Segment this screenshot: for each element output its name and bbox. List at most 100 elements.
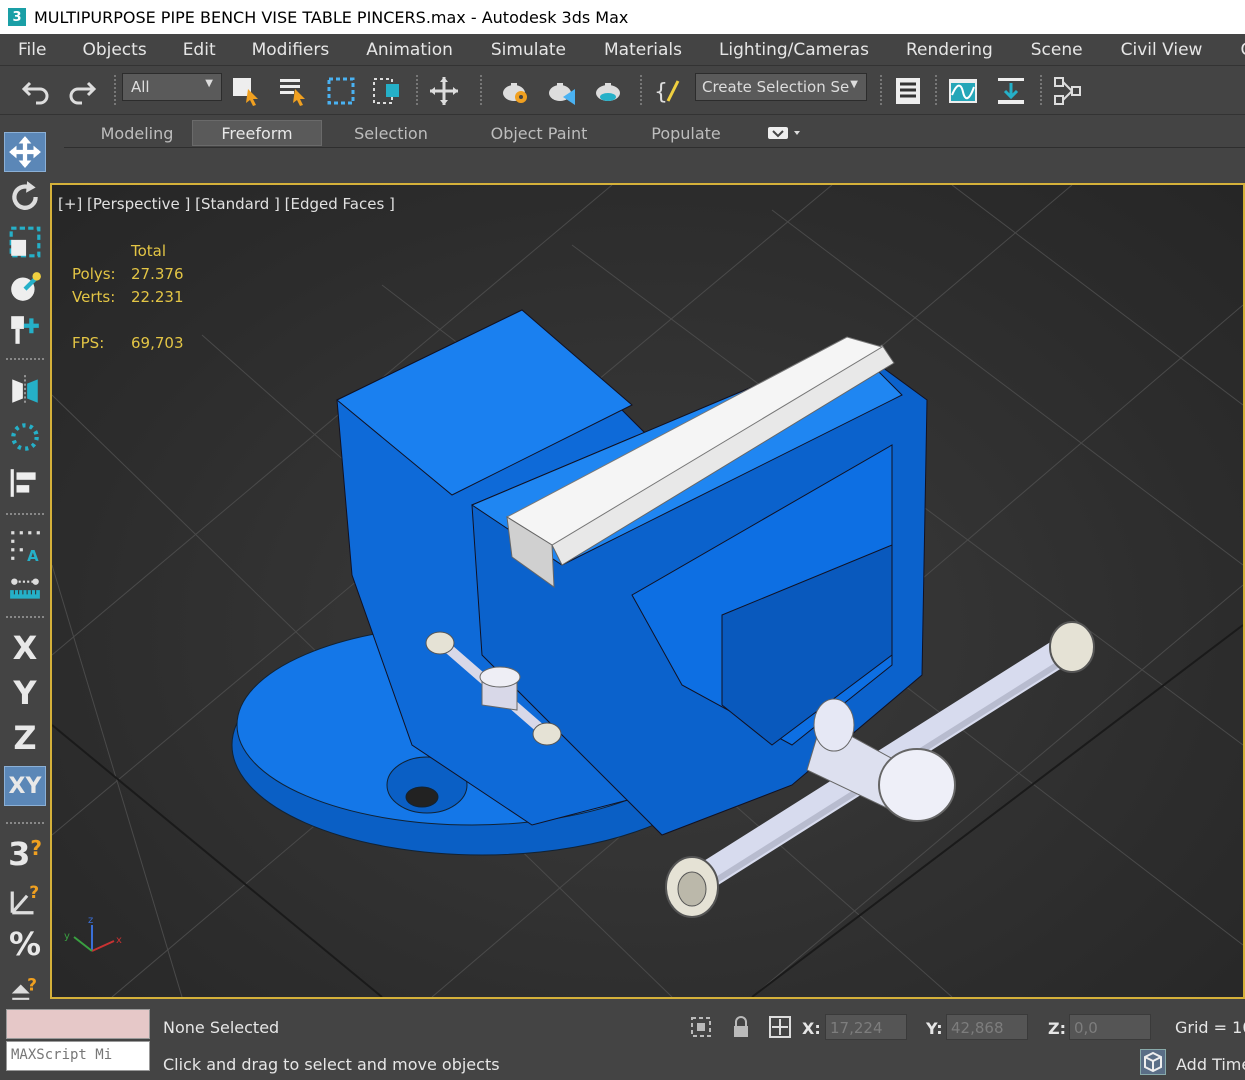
verts-label: Verts: <box>72 288 116 306</box>
menu-materials[interactable]: Materials <box>566 40 682 60</box>
menu-rendering[interactable]: Rendering <box>869 40 993 60</box>
ribbon-options-button[interactable] <box>762 120 806 146</box>
question-icon: ? <box>30 836 42 860</box>
angle-snap-toggle[interactable]: ? <box>4 880 46 920</box>
snaps-toggle-tool[interactable]: A <box>4 525 46 565</box>
redo-icon <box>69 81 97 105</box>
tab-object-paint[interactable]: Object Paint <box>474 120 604 146</box>
mirror-tool[interactable] <box>4 370 46 410</box>
scene-explorer-button[interactable] <box>890 73 926 109</box>
y-coordinate-field[interactable]: 42,868 <box>946 1014 1028 1040</box>
z-coordinate-field[interactable]: 0,0 <box>1069 1014 1151 1040</box>
panel-separator <box>6 513 44 515</box>
select-object-icon <box>233 78 258 106</box>
snap-3d-toggle[interactable]: 3? <box>4 834 46 874</box>
select-and-move-button[interactable] <box>426 73 462 109</box>
teapot-frame-icon <box>549 83 575 105</box>
select-and-scale-tool[interactable] <box>4 222 46 262</box>
tab-selection[interactable]: Selection <box>338 120 444 146</box>
menu-edit[interactable]: Edit <box>147 40 216 60</box>
rectangular-selection-button[interactable] <box>323 73 359 109</box>
constrain-y-button[interactable]: Y <box>4 673 46 713</box>
axis-y-label: Y <box>13 674 37 712</box>
select-by-name-icon <box>280 79 305 106</box>
place-tool[interactable] <box>4 267 46 307</box>
select-object-button[interactable] <box>228 73 264 109</box>
svg-text:z: z <box>88 915 93 926</box>
chevron-down-icon: ▼ <box>850 79 858 90</box>
maxscript-output[interactable] <box>6 1009 150 1039</box>
absolute-mode-toggle[interactable] <box>767 1014 793 1040</box>
constrain-z-button[interactable]: Z <box>4 718 46 758</box>
spinner-snap-toggle[interactable]: ? <box>4 966 46 1006</box>
curve-editor-button[interactable] <box>945 73 981 109</box>
panel-separator <box>6 616 44 618</box>
toolbar-separator <box>880 75 882 107</box>
fps-label: FPS: <box>72 334 105 352</box>
menu-animation[interactable]: Animation <box>329 40 453 60</box>
isolate-selection-button[interactable] <box>688 1014 714 1040</box>
undo-icon <box>21 81 49 105</box>
align-tool[interactable] <box>4 463 46 503</box>
select-and-rotate-tool[interactable] <box>4 177 46 217</box>
redo-button[interactable] <box>64 73 100 109</box>
menu-civil-view[interactable]: Civil View <box>1083 40 1203 60</box>
teapot-render-icon <box>596 83 620 101</box>
named-selection-set-value: Create Selection Se <box>702 78 850 96</box>
menu-objects[interactable]: Objects <box>46 40 146 60</box>
render-setup-button[interactable] <box>497 73 533 109</box>
named-selection-set-dropdown[interactable]: Create Selection Se ▼ <box>695 73 867 101</box>
window-crossing-button[interactable] <box>369 73 405 109</box>
constrain-x-button[interactable]: X <box>4 628 46 668</box>
lock-icon <box>734 1016 748 1037</box>
verts-value: 22.231 <box>131 288 184 306</box>
layers-icon <box>896 78 920 104</box>
script-braces-icon: { <box>654 80 680 105</box>
snap-grid-icon: A <box>11 531 40 562</box>
constrain-xy-button[interactable]: XY <box>4 766 46 806</box>
render-production-button[interactable] <box>590 73 626 109</box>
y-coordinate-label: Y: <box>926 1019 943 1038</box>
menu-simulate[interactable]: Simulate <box>453 40 566 60</box>
polys-label: Polys: <box>72 265 116 283</box>
svg-text:?: ? <box>27 975 37 995</box>
undo-button[interactable] <box>18 73 54 109</box>
menu-modifiers[interactable]: Modifiers <box>216 40 330 60</box>
toolbar-separator <box>416 75 418 107</box>
tab-modeling[interactable]: Modeling <box>84 120 190 146</box>
maxscript-mini-listener[interactable]: MAXScript Mi <box>6 1041 150 1071</box>
viewport-label[interactable]: [+] [Perspective ] [Standard ] [Edged Fa… <box>58 195 395 213</box>
select-and-move-tool[interactable] <box>4 132 46 172</box>
percent-label: % <box>8 925 42 963</box>
align-to-ground-button[interactable] <box>993 73 1029 109</box>
isolate-icon <box>691 1017 711 1037</box>
selection-lock-toggle[interactable] <box>728 1014 754 1040</box>
mirror-icon <box>12 375 38 405</box>
menu-scene[interactable]: Scene <box>993 40 1083 60</box>
array-tool[interactable] <box>4 417 46 457</box>
select-and-place-tool[interactable] <box>4 310 46 350</box>
schematic-view-button[interactable] <box>1050 73 1086 109</box>
tab-freeform[interactable]: Freeform <box>192 120 322 146</box>
select-place-icon <box>11 316 39 344</box>
move-arrows-icon <box>9 136 41 168</box>
left-command-panel: A X Y Z XY 3? ? % ? <box>0 116 50 1006</box>
ribbon-tabs: Modeling Freeform Selection Object Paint… <box>64 116 1245 148</box>
add-time-tag-button[interactable] <box>1140 1049 1166 1075</box>
menu-file[interactable]: File <box>0 40 46 60</box>
selection-status: None Selected <box>163 1018 280 1037</box>
percent-snap-toggle[interactable]: % <box>4 924 46 964</box>
teapot-settings-icon <box>503 83 527 103</box>
app-logo-icon: 3 <box>8 8 26 26</box>
selection-filter-dropdown[interactable]: All ▼ <box>122 73 222 101</box>
rendered-frame-window-button[interactable] <box>543 73 579 109</box>
measure-tool[interactable] <box>4 568 46 608</box>
rotate-icon <box>12 181 38 210</box>
tab-populate[interactable]: Populate <box>638 120 734 146</box>
perspective-viewport[interactable]: z x y [+] [Perspective ] [Standard ] [Ed… <box>50 183 1245 999</box>
maxscript-listener-button[interactable]: { <box>650 73 686 109</box>
select-by-name-button[interactable] <box>275 73 311 109</box>
x-coordinate-field[interactable]: 17,224 <box>825 1014 907 1040</box>
menu-customize[interactable]: Customi <box>1202 40 1245 60</box>
menu-lighting-cameras[interactable]: Lighting/Cameras <box>682 40 869 60</box>
